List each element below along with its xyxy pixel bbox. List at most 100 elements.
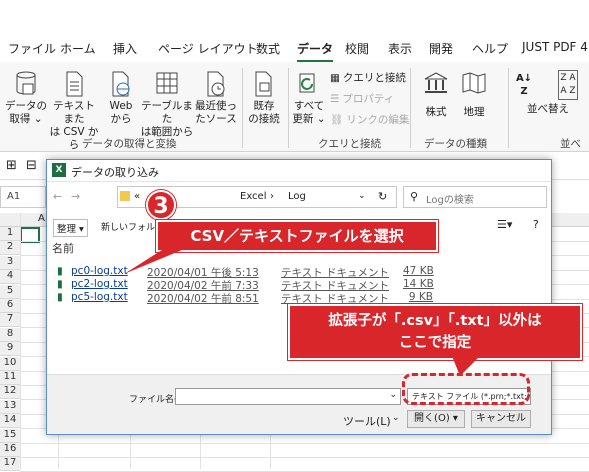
- row-header[interactable]: 5: [0, 284, 20, 299]
- tab-home[interactable]: ホーム: [60, 40, 96, 57]
- column-name-header[interactable]: 名前: [52, 240, 74, 256]
- row-header[interactable]: 8: [0, 327, 20, 342]
- edit-links-label: リンクの編集: [346, 114, 410, 126]
- group-label-sort: 並べ: [560, 138, 581, 150]
- view-options-icon[interactable]: ☰▾: [497, 218, 512, 231]
- grid-icon: ⊞: [6, 158, 17, 173]
- tab-developer[interactable]: 開発: [429, 40, 453, 57]
- row-header[interactable]: 12: [0, 385, 20, 400]
- filetype-highlight: [402, 373, 530, 405]
- breadcrumb-log[interactable]: Log: [288, 191, 306, 202]
- table-range-label1: テーブルまた: [141, 100, 193, 125]
- excel-icon: X: [52, 163, 66, 177]
- web-label1: Web: [109, 100, 133, 112]
- address-overflow[interactable]: «: [134, 191, 140, 202]
- back-icon[interactable]: ←: [53, 190, 62, 203]
- open-button[interactable]: 開く(O) ▾: [407, 410, 465, 428]
- tab-formulas[interactable]: 数式: [256, 40, 280, 57]
- help-icon[interactable]: ?: [533, 218, 539, 231]
- text-file-icon: ▮: [57, 265, 63, 277]
- row-header[interactable]: 15: [0, 428, 20, 443]
- tab-data[interactable]: データ: [297, 40, 334, 62]
- row-header[interactable]: 13: [0, 399, 20, 414]
- refresh-icon: [299, 73, 315, 93]
- chevron-down-icon: ⌄: [392, 413, 400, 423]
- refresh-label1: すべて: [293, 100, 325, 112]
- ribbon-tab-bar: ファイル ホーム 挿入 ページ レイアウト 数式 データ 校閲 表示 開発 ヘル…: [0, 0, 589, 64]
- file-name[interactable]: pc5-log.txt: [71, 291, 128, 303]
- get-data-button[interactable]: データの 取得 ⌄: [4, 70, 48, 126]
- row-header[interactable]: 14: [0, 414, 20, 429]
- queries-connections-button[interactable]: ▦ クエリと接続: [330, 70, 406, 85]
- group-divider: [410, 68, 411, 148]
- stocks-label: 株式: [425, 106, 447, 118]
- tab-review[interactable]: 校閲: [345, 40, 369, 57]
- recent-sources-button[interactable]: 最近使っ たソース: [194, 70, 238, 126]
- tab-view[interactable]: 表示: [388, 40, 412, 57]
- edit-links-button[interactable]: ⛓ リンクの編集: [330, 112, 409, 127]
- tab-file[interactable]: ファイル: [8, 40, 56, 57]
- tab-insert[interactable]: 挿入: [113, 40, 137, 57]
- stocks-button[interactable]: 株式: [416, 70, 456, 118]
- name-box[interactable]: A1: [0, 186, 46, 208]
- column-header-a[interactable]: A: [38, 213, 45, 224]
- existing-label2: の接続: [248, 113, 280, 125]
- row-header[interactable]: 3: [0, 255, 20, 270]
- queries-label: クエリと接続: [342, 72, 406, 84]
- row-header[interactable]: 2: [0, 241, 20, 256]
- tab-just-pdf[interactable]: JUST PDF 4: [522, 40, 588, 54]
- tools-button[interactable]: ツール(L): [343, 413, 391, 429]
- properties-button[interactable]: ☰ プロパティ: [330, 91, 394, 106]
- organize-button[interactable]: 整理 ▾: [53, 219, 88, 237]
- chevron-down-icon[interactable]: ⌄: [358, 191, 366, 201]
- sort-az-button[interactable]: A↓ Z: [514, 72, 534, 98]
- row-header[interactable]: 11: [0, 371, 20, 385]
- filename-input[interactable]: ⌄: [175, 388, 401, 405]
- file-date: 2020/04/02 午前 8:51: [147, 293, 259, 305]
- callout-arrow: [124, 250, 182, 274]
- sort-za-button[interactable]: Z AA Z: [554, 70, 582, 100]
- sort-ascending-icon: A↓ Z: [515, 73, 533, 97]
- tab-page-layout[interactable]: ページ レイアウト: [158, 40, 258, 57]
- file-name[interactable]: pc2-log.txt: [71, 278, 128, 290]
- file-size: 14 KB: [403, 278, 434, 290]
- file-size: 47 KB: [403, 265, 434, 277]
- search-icon: ⚲: [410, 190, 419, 203]
- row-header[interactable]: 17: [0, 457, 20, 472]
- web-icon: [112, 71, 130, 97]
- refresh-all-button[interactable]: すべて 更新 ⌄: [292, 70, 326, 126]
- existing-connections-button[interactable]: 既存 の接続: [246, 70, 282, 126]
- get-data-label2: 取得 ⌄: [9, 113, 43, 125]
- breadcrumb-excel[interactable]: Excel: [240, 191, 267, 202]
- tab-help[interactable]: ヘルプ: [472, 40, 508, 57]
- row-header[interactable]: 1: [0, 227, 20, 241]
- open-label: 開く(O): [414, 413, 450, 424]
- bank-icon: [424, 72, 448, 93]
- text-file-icon: ▮: [57, 291, 63, 303]
- map-icon: [462, 72, 486, 94]
- chevron-down-icon[interactable]: ⌄: [389, 390, 397, 400]
- extension-callout: 拡張子が「.csv」「.txt」以外は ここで指定: [288, 304, 582, 360]
- forward-icon[interactable]: →: [71, 190, 80, 203]
- row-header[interactable]: 6: [0, 299, 20, 313]
- select-file-callout: CSV／テキストファイルを選択: [156, 220, 438, 252]
- row-header[interactable]: 7: [0, 313, 20, 328]
- get-data-label1: データの: [5, 100, 47, 112]
- extension-callout-line1: 拡張子が「.csv」「.txt」以外は: [328, 313, 542, 329]
- row-header[interactable]: 16: [0, 443, 20, 457]
- table-range-button[interactable]: テーブルまた は範囲から: [140, 70, 194, 139]
- geography-button[interactable]: 地理: [456, 70, 492, 118]
- refresh-icon[interactable]: ↻: [378, 190, 387, 203]
- search-box[interactable]: ⚲ Logの検索: [403, 186, 547, 208]
- properties-label: プロパティ: [342, 93, 395, 105]
- folder-icon: [120, 191, 130, 201]
- cancel-button[interactable]: キャンセル: [471, 410, 531, 428]
- sort-button[interactable]: 並べ替え: [527, 101, 569, 116]
- web-button[interactable]: Web から: [104, 70, 138, 126]
- queries-icon: ▦: [330, 71, 340, 84]
- group-divider: [242, 68, 243, 148]
- row-header[interactable]: 4: [0, 270, 20, 285]
- row-header[interactable]: 10: [0, 356, 20, 371]
- grid-line: [20, 457, 589, 458]
- row-header[interactable]: 9: [0, 342, 20, 357]
